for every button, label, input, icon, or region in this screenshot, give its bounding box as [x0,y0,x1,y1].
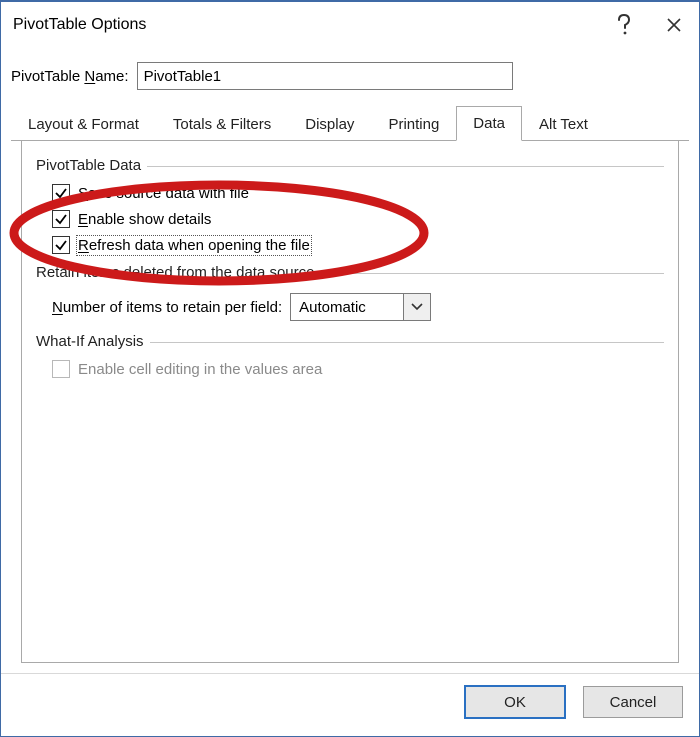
close-icon [666,17,682,33]
tab-body-data: PivotTable Data Save source data with fi… [21,141,679,663]
chevron-down-icon [411,303,423,311]
tab-display[interactable]: Display [288,107,371,141]
checkmark-icon [54,238,68,252]
tab-layout-format[interactable]: Layout & Format [11,107,156,141]
help-button[interactable] [599,3,649,47]
retain-items-combo[interactable]: Automatic [290,293,431,321]
title-bar: PivotTable Options [1,2,699,48]
retain-items-value: Automatic [290,293,403,321]
dialog-title: PivotTable Options [13,16,599,34]
help-icon [617,14,631,36]
pivottable-name-row: PivotTable Name: [1,48,699,102]
group-header-pivottable-data: PivotTable Data [36,157,664,174]
checkbox-enable-show-details[interactable] [52,210,70,228]
option-refresh-on-open-label: Refresh data when opening the file [78,237,310,254]
checkbox-enable-cell-editing [52,360,70,378]
option-enable-cell-editing: Enable cell editing in the values area [36,356,664,382]
checkmark-icon [54,186,68,200]
tab-alt-text[interactable]: Alt Text [522,107,605,141]
close-button[interactable] [649,3,699,47]
group-header-retain-items: Retain items deleted from the data sourc… [36,264,664,281]
checkbox-refresh-on-open[interactable] [52,236,70,254]
option-enable-show-details[interactable]: Enable show details [36,206,664,232]
pivottable-options-dialog: PivotTable Options PivotTable Name: Layo… [0,0,700,737]
option-enable-show-details-label: Enable show details [78,211,211,228]
group-whatif: What-If Analysis Enable cell editing in … [36,333,664,382]
retain-items-label: Number of items to retain per field: [52,299,282,316]
option-enable-cell-editing-label: Enable cell editing in the values area [78,361,322,378]
option-save-source-data[interactable]: Save source data with file [36,180,664,206]
group-header-whatif: What-If Analysis [36,333,664,350]
pivottable-name-input[interactable] [137,62,513,90]
pivottable-name-label: PivotTable Name: [11,68,129,85]
option-refresh-on-open[interactable]: Refresh data when opening the file [36,232,664,258]
dialog-button-bar: OK Cancel [1,673,699,736]
ok-button[interactable]: OK [465,686,565,718]
retain-items-dropdown-button[interactable] [403,293,431,321]
retain-items-row: Number of items to retain per field: Aut… [36,287,664,327]
option-save-source-data-label: Save source data with file [78,185,249,202]
cancel-button[interactable]: Cancel [583,686,683,718]
group-pivottable-data: PivotTable Data Save source data with fi… [36,157,664,258]
tab-totals-filters[interactable]: Totals & Filters [156,107,288,141]
group-retain-items: Retain items deleted from the data sourc… [36,264,664,327]
tab-printing[interactable]: Printing [371,107,456,141]
tab-strip: Layout & Format Totals & Filters Display… [11,102,689,141]
checkmark-icon [54,212,68,226]
tab-data[interactable]: Data [456,106,522,141]
tabs: Layout & Format Totals & Filters Display… [1,102,699,673]
checkbox-save-source-data[interactable] [52,184,70,202]
